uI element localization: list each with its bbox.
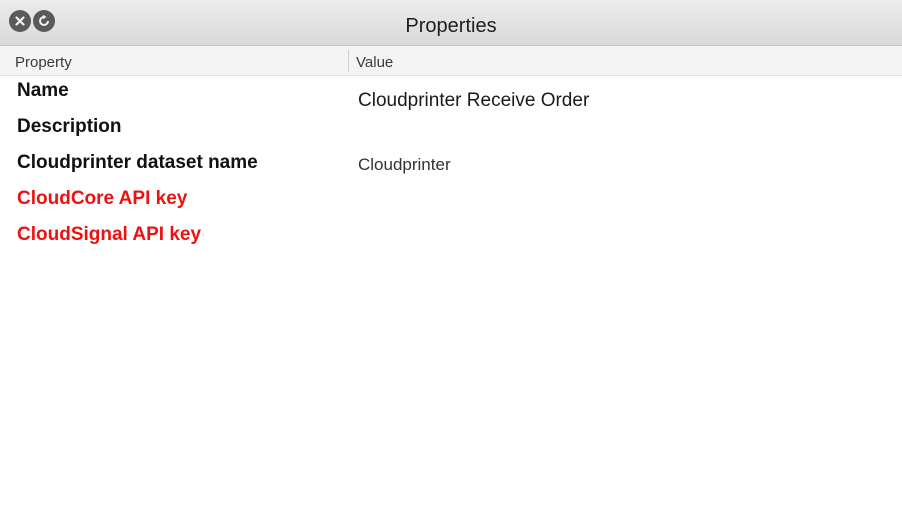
title-bar: Properties <box>0 0 902 46</box>
table-row[interactable]: Description <box>0 114 902 150</box>
table-row[interactable]: Name Cloudprinter Receive Order <box>0 78 902 114</box>
window-title: Properties <box>405 15 497 37</box>
property-name-missing: CloudCore API key <box>17 188 188 209</box>
property-name: Name <box>17 80 69 101</box>
property-name: Cloudprinter dataset name <box>17 152 258 173</box>
column-divider[interactable] <box>348 50 349 72</box>
table-row[interactable]: CloudCore API key <box>0 186 902 222</box>
table-row[interactable]: Cloudprinter dataset name Cloudprinter <box>0 150 902 186</box>
property-value[interactable]: Cloudprinter <box>358 155 451 175</box>
property-value[interactable]: Cloudprinter Receive Order <box>358 90 589 112</box>
column-header-value[interactable]: Value <box>356 46 393 76</box>
column-header-property[interactable]: Property <box>15 46 72 76</box>
property-name-missing: CloudSignal API key <box>17 224 202 245</box>
property-name: Description <box>17 116 122 137</box>
table-row[interactable]: CloudSignal API key <box>0 222 902 258</box>
table-header: Property Value <box>0 46 902 76</box>
property-list: Name Cloudprinter Receive Order Descript… <box>0 78 902 258</box>
properties-window: Properties Property Value Name Cloudprin… <box>0 0 902 522</box>
